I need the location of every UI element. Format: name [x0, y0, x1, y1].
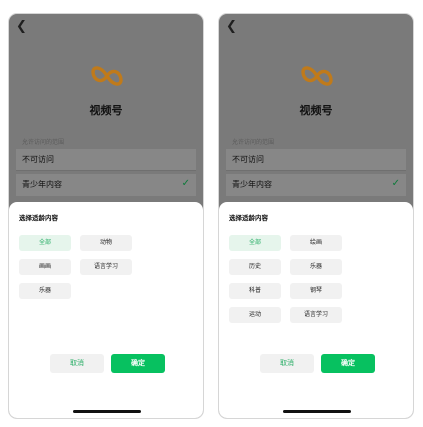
category-option-language[interactable]: 语言学习: [80, 259, 132, 275]
option-row-no-access[interactable]: 不可访问: [226, 149, 406, 171]
phone-screen-right: ❮ 视频号 允许访问的范围 不可访问 青少年内容 ✓ 选择适龄内容 全部 绘画 …: [218, 13, 414, 419]
option-row-teen-content[interactable]: 青少年内容 ✓: [226, 174, 406, 196]
category-option-language[interactable]: 语言学习: [290, 307, 342, 323]
bottom-sheet: 选择适龄内容 全部 绘画 历史 乐器 科普 钢琴 运动 语言学习 取消 确定: [219, 202, 413, 418]
page-title: 视频号: [299, 104, 333, 117]
category-option-animals[interactable]: 动物: [80, 235, 132, 251]
category-option-all[interactable]: 全部: [19, 235, 71, 251]
back-icon[interactable]: ❮: [226, 20, 237, 33]
category-option-science[interactable]: 科普: [229, 283, 281, 299]
checkmark-icon: ✓: [391, 178, 400, 189]
row-label: 不可访问: [232, 155, 264, 164]
section-label: 允许访问的范围: [232, 139, 275, 146]
sheet-title: 选择适龄内容: [229, 214, 268, 222]
category-option-piano[interactable]: 钢琴: [290, 283, 342, 299]
row-label: 不可访问: [22, 155, 54, 164]
category-option-sports[interactable]: 运动: [229, 307, 281, 323]
option-row-teen-content[interactable]: 青少年内容 ✓: [16, 174, 196, 196]
home-indicator: [283, 410, 351, 413]
category-option-drawing[interactable]: 画画: [19, 259, 71, 275]
back-icon[interactable]: ❮: [16, 20, 27, 33]
row-label: 青少年内容: [22, 180, 62, 189]
option-row-no-access[interactable]: 不可访问: [16, 149, 196, 171]
page-title: 视频号: [89, 104, 123, 117]
section-label: 允许访问的范围: [22, 139, 65, 146]
row-label: 青少年内容: [232, 180, 272, 189]
phone-screen-left: ❮ 视频号 允许访问的范围 不可访问 青少年内容 ✓ 选择适龄内容 全部 动物 …: [8, 13, 204, 419]
channels-logo-icon: [298, 64, 336, 88]
category-option-all[interactable]: 全部: [229, 235, 281, 251]
category-option-history[interactable]: 历史: [229, 259, 281, 275]
category-option-painting[interactable]: 绘画: [290, 235, 342, 251]
category-option-instruments[interactable]: 乐器: [290, 259, 342, 275]
confirm-button[interactable]: 确定: [321, 354, 375, 373]
checkmark-icon: ✓: [181, 178, 190, 189]
bottom-sheet: 选择适龄内容 全部 动物 画画 语言学习 乐器 取消 确定: [9, 202, 203, 418]
confirm-button[interactable]: 确定: [111, 354, 165, 373]
cancel-button[interactable]: 取消: [50, 354, 104, 373]
channels-logo-icon: [88, 64, 126, 88]
sheet-title: 选择适龄内容: [19, 214, 58, 222]
home-indicator: [73, 410, 141, 413]
category-option-instruments[interactable]: 乐器: [19, 283, 71, 299]
cancel-button[interactable]: 取消: [260, 354, 314, 373]
